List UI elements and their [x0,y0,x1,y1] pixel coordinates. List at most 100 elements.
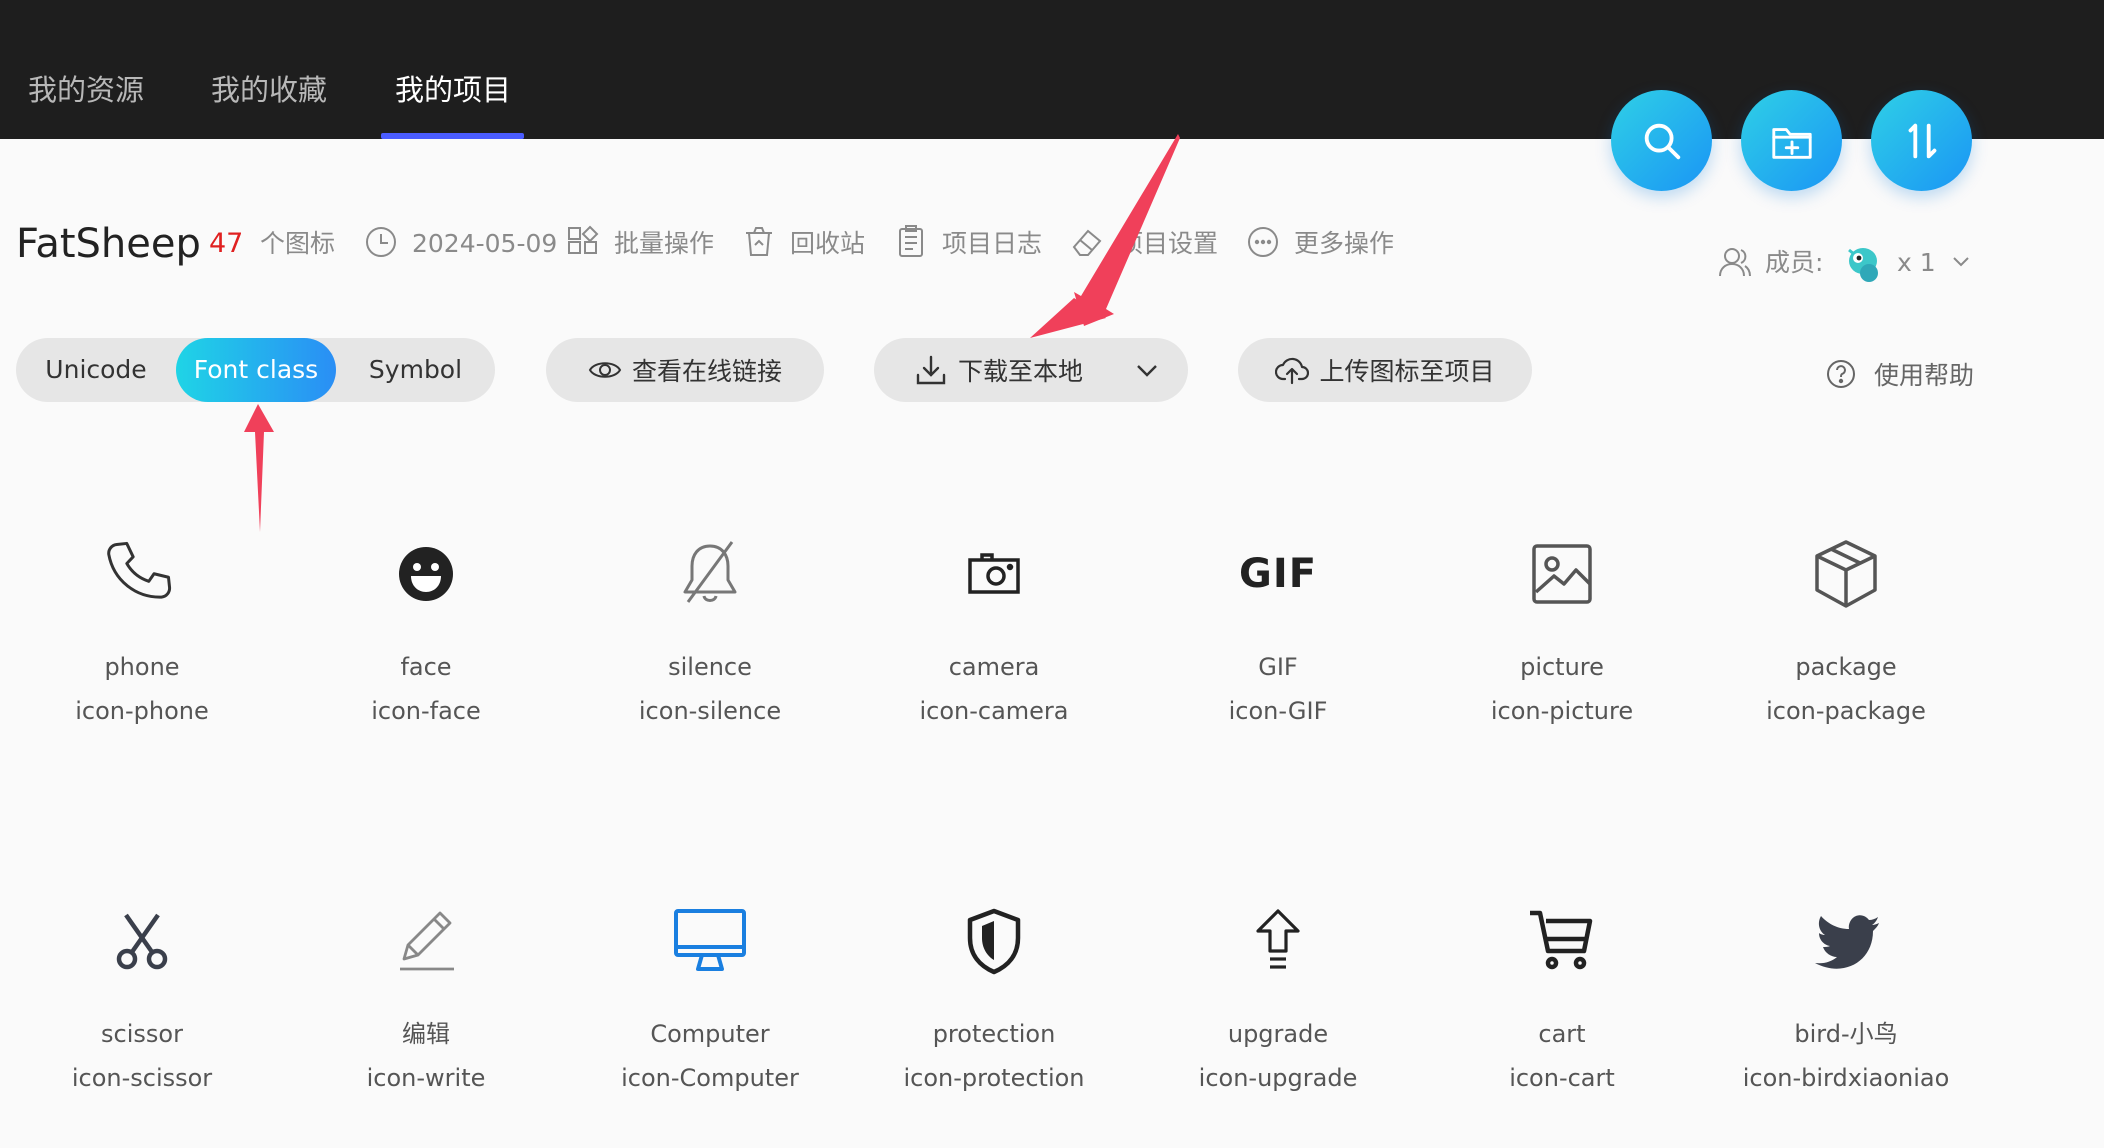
icon-class: icon-phone [75,697,209,725]
format-font-class[interactable]: Font class [176,338,336,402]
icon-name: GIF [1258,653,1298,681]
eraser-icon [1070,225,1104,259]
package-icon [1808,536,1884,612]
icon-card[interactable]: silence icon-silence [568,536,852,836]
tab-my-favorites[interactable]: 我的收藏 [211,70,327,110]
icon-count-suffix: 个图标 [260,229,336,258]
icon-class: icon-camera [919,697,1069,725]
download-icon [916,355,946,385]
batch-operation-label: 批量操作 [614,229,715,258]
question-icon [1827,360,1855,388]
icon-name: package [1795,653,1897,681]
icon-class: icon-Computer [621,1064,799,1092]
phone-icon [104,536,180,612]
project-date: 2024-05-09 [412,229,558,258]
icon-class: icon-GIF [1228,697,1328,725]
icon-class: icon-package [1766,697,1926,725]
icon-name: protection [932,1020,1056,1048]
clock-icon [364,225,398,259]
upgrade-arrow-icon [1240,903,1316,979]
member-count: x 1 [1897,248,1936,277]
cloud-upload-icon [1275,357,1310,385]
download-label: 下载至本地 [958,357,1084,386]
icon-card[interactable]: phone icon-phone [0,536,284,836]
scissor-icon [104,903,180,979]
icon-card[interactable]: cart icon-cart [1420,903,1704,1148]
more-icon [1246,225,1280,259]
icon-name: 编辑 [402,1020,450,1048]
picture-icon [1524,536,1600,612]
icon-card[interactable]: bird-小鸟 icon-birdxiaoniao [1704,903,1988,1148]
active-tab-indicator [381,133,524,139]
search-icon [1644,123,1680,159]
upload-label: 上传图标至项目 [1319,357,1495,386]
batch-icon [566,225,600,259]
upload-button[interactable]: 上传图标至项目 [1238,338,1532,402]
members-label: 成员: [1765,248,1824,277]
icon-name: bird-小鸟 [1794,1020,1898,1048]
icon-card[interactable]: camera icon-camera [852,536,1136,836]
icon-card[interactable]: scissor icon-scissor [0,903,284,1148]
icon-card[interactable]: Computer icon-Computer [568,903,852,1148]
sort-icon [1908,123,1936,158]
tab-my-resources[interactable]: 我的资源 [28,70,144,110]
icon-name: Computer [650,1020,770,1048]
icon-class: icon-silence [638,697,782,725]
member-avatar[interactable] [1843,241,1887,285]
more-actions-label: 更多操作 [1294,229,1395,258]
icon-card[interactable]: GIF GIF icon-GIF [1136,536,1420,836]
gif-glyph-text: GIF [1238,551,1318,597]
members-icon [1718,245,1752,279]
computer-icon [672,903,748,979]
project-log-label: 项目日志 [942,229,1043,258]
gif-icon: GIF [1238,536,1318,612]
icon-name: picture [1520,653,1604,681]
project-title: FatSheep [16,221,201,267]
sort-button[interactable] [1871,90,1972,191]
icon-name: cart [1538,1020,1586,1048]
tab-my-projects[interactable]: 我的项目 [395,70,511,110]
icon-name: upgrade [1227,1020,1329,1048]
cart-icon [1524,903,1600,979]
help-link[interactable]: 使用帮助 [1826,356,1974,392]
icon-class: icon-upgrade [1198,1064,1358,1092]
chevron-down-icon[interactable] [1950,250,1972,272]
annotation-arrow-font-class [244,404,274,532]
face-icon [388,536,464,612]
chevron-down-icon[interactable] [1130,353,1164,387]
camera-icon [956,536,1032,612]
icon-class: icon-face [371,697,481,725]
icon-class: icon-protection [903,1064,1085,1092]
format-unicode[interactable]: Unicode [16,338,176,402]
bell-off-icon [672,536,748,612]
icon-card[interactable]: face icon-face [284,536,568,836]
icon-card[interactable]: upgrade icon-upgrade [1136,903,1420,1148]
format-symbol[interactable]: Symbol [336,338,495,402]
icon-class: icon-cart [1509,1064,1615,1092]
recycle-bin-label: 回收站 [790,229,866,258]
recycle-bin-icon [742,225,776,259]
icon-class: icon-write [366,1064,486,1092]
pencil-icon [388,903,464,979]
new-folder-button[interactable] [1741,90,1842,191]
icon-name: camera [948,653,1040,681]
icon-card[interactable]: protection icon-protection [852,903,1136,1148]
icon-name: scissor [101,1020,183,1048]
icon-card[interactable]: picture icon-picture [1420,536,1704,836]
icon-name: silence [668,653,752,681]
bird-icon [1808,903,1884,979]
format-switch: Unicode Font class Symbol [16,338,495,402]
icon-card[interactable]: 编辑 icon-write [284,903,568,1148]
project-settings-label: 项目设置 [1118,229,1219,258]
download-button[interactable]: 下载至本地 [874,338,1188,402]
icon-name: face [400,653,452,681]
view-online-link-button[interactable]: 查看在线链接 [546,338,824,402]
new-folder-icon [1771,127,1812,159]
icon-class: icon-birdxiaoniao [1742,1064,1950,1092]
eye-icon [588,362,622,378]
view-online-link-label: 查看在线链接 [631,357,782,386]
search-button[interactable] [1611,90,1712,191]
log-icon [894,225,928,259]
icon-card[interactable]: package icon-package [1704,536,1988,836]
shield-icon [956,903,1032,979]
